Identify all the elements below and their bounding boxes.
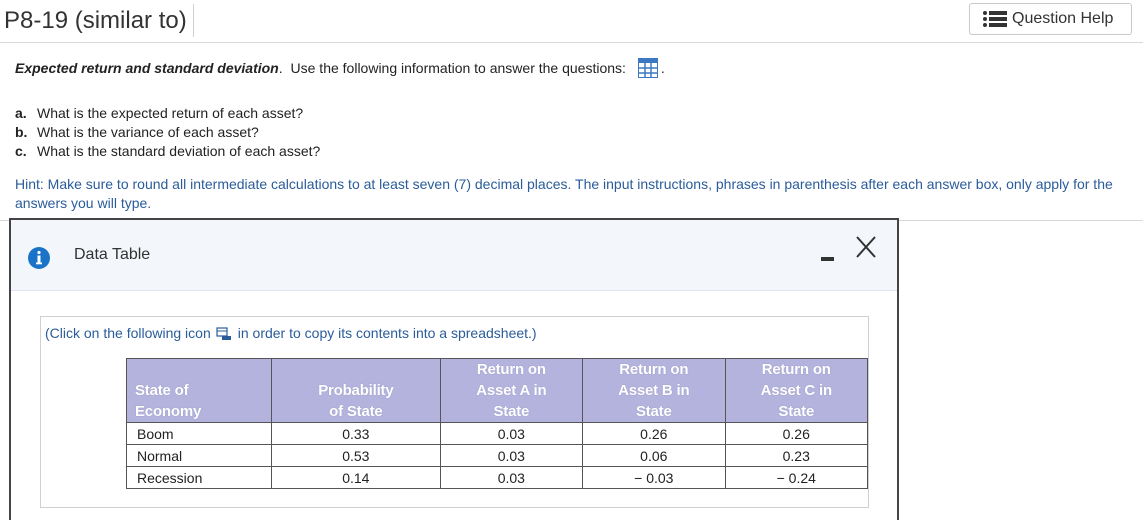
intro-trailing-period: .: [660, 60, 665, 76]
header-asset-c: Return on Asset C in State: [724, 358, 869, 423]
question-text: What is the variance of each asset?: [37, 124, 259, 140]
copy-note-before: (Click on the following icon: [45, 325, 211, 341]
cell-probability: 0.14: [271, 466, 441, 489]
popup-title: Data Table: [74, 246, 151, 263]
question-item: a. What is the expected return of each as…: [15, 104, 320, 123]
instruction-text: Use the following information to answer …: [290, 60, 626, 76]
table-row: Recession 0.14 0.03 − 0.03 − 0.24: [125, 466, 869, 489]
cell-asset-a: 0.03: [439, 466, 584, 489]
cell-asset-b: 0.26: [582, 422, 726, 445]
minimize-icon[interactable]: [821, 244, 835, 266]
cell-asset-b: − 0.03: [582, 466, 726, 489]
header-probability: Probability of State: [271, 358, 441, 423]
info-icon: [28, 247, 50, 269]
cell-asset-c: 0.23: [724, 444, 869, 467]
cell-state: Recession: [125, 466, 273, 489]
list-icon: [983, 11, 1007, 27]
topic-period: .: [278, 60, 283, 76]
header-asset-b: Return on Asset B in State: [582, 358, 726, 423]
cell-state: Normal: [125, 444, 273, 467]
copy-panel: (Click on the following icon in order to…: [40, 316, 869, 508]
question-letter: a.: [15, 105, 27, 121]
cell-asset-a: 0.03: [439, 422, 584, 445]
question-letter: b.: [15, 124, 28, 140]
cell-asset-c: 0.26: [724, 422, 869, 445]
cell-asset-a: 0.03: [439, 444, 584, 467]
cell-probability: 0.53: [271, 444, 441, 467]
cell-probability: 0.33: [271, 422, 441, 445]
question-item: b. What is the variance of each asset?: [15, 123, 320, 142]
question-help-label: Question Help: [1012, 10, 1114, 27]
question-letter: c.: [15, 143, 27, 159]
top-bar: P8-19 (similar to) Question Help: [0, 0, 1143, 43]
cell-state: Boom: [125, 422, 273, 445]
grid-icon[interactable]: [637, 57, 658, 78]
problem-id: P8-19 (similar to): [4, 4, 194, 37]
topic-title: Expected return and standard deviation: [15, 60, 279, 76]
popup-header: Data Table: [11, 220, 897, 291]
question-item: c. What is the standard deviation of each…: [15, 142, 320, 161]
data-table-popup: Data Table (Click on the following icon …: [9, 218, 899, 520]
close-icon[interactable]: [854, 234, 878, 260]
question-list: a. What is the expected return of each as…: [15, 104, 320, 161]
copy-icon[interactable]: [216, 327, 232, 341]
table-row: Boom 0.33 0.03 0.26 0.26: [125, 422, 869, 445]
header-state: State of Economy: [125, 358, 273, 423]
cell-asset-c: − 0.24: [724, 466, 869, 489]
table-header-row: State of Economy Probability of State Re…: [125, 358, 869, 423]
question-text: What is the standard deviation of each a…: [37, 143, 321, 159]
copy-instruction: (Click on the following icon in order to…: [45, 325, 537, 341]
hint-text: Hint: Make sure to round all intermediat…: [15, 176, 1113, 211]
table-row: Normal 0.53 0.03 0.06 0.23: [125, 444, 869, 467]
data-table: State of Economy Probability of State Re…: [125, 358, 869, 489]
cell-asset-b: 0.06: [582, 444, 726, 467]
question-help-button[interactable]: Question Help: [969, 3, 1132, 35]
intro-line: Expected return and standard deviation. …: [15, 57, 665, 78]
question-text: What is the expected return of each asse…: [37, 105, 304, 121]
header-asset-a: Return on Asset A in State: [439, 358, 584, 423]
copy-note-after: in order to copy its contents into a spr…: [237, 325, 537, 341]
